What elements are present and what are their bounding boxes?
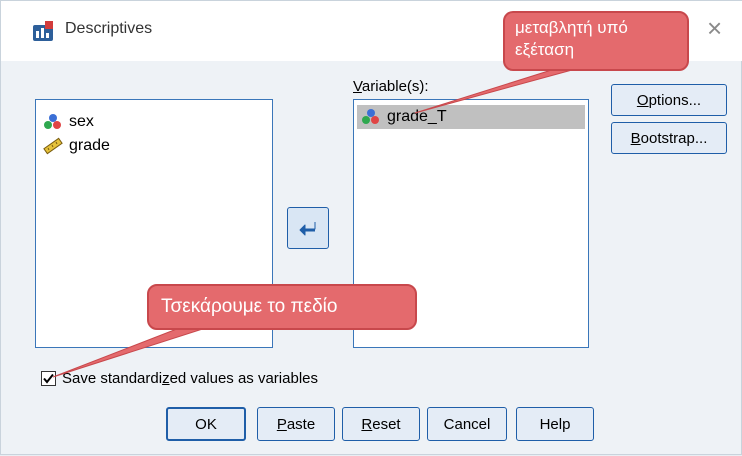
spss-app-icon: [33, 21, 53, 41]
move-variable-button[interactable]: [287, 207, 329, 249]
reset-button[interactable]: Reset: [342, 407, 420, 441]
label-part: Save standardi: [62, 370, 163, 387]
annotation-callout-checkbox: Τσεκάρουμε το πεδίο: [147, 284, 417, 330]
mnemonic: P: [276, 415, 287, 433]
button-label: ptions...: [648, 91, 702, 109]
ok-button[interactable]: OK: [166, 407, 246, 441]
nominal-variable-icon: [362, 109, 379, 124]
list-item-selected[interactable]: grade_T: [357, 105, 585, 129]
button-label: eset: [372, 415, 401, 433]
mnemonic: O: [636, 91, 649, 109]
annotation-callout-variable: μεταβλητή υπό εξέταση: [503, 11, 689, 71]
nominal-variable-icon: [44, 114, 61, 129]
checkmark-icon: [43, 373, 54, 384]
variable-label: sex: [69, 113, 94, 130]
variables-label: Variable(s):: [353, 78, 429, 95]
save-standardized-label: Save standardized values as variables: [62, 370, 318, 387]
mnemonic: B: [630, 129, 641, 147]
descriptives-dialog: Descriptives × sex grade Variable(s): gr…: [0, 0, 742, 455]
list-item[interactable]: grade: [43, 134, 110, 158]
button-label: aste: [286, 415, 316, 433]
variable-label: grade_T: [387, 108, 447, 125]
mnemonic: z: [162, 370, 170, 387]
options-button[interactable]: Options...: [611, 84, 727, 116]
save-standardized-row[interactable]: Save standardized values as variables: [41, 370, 318, 387]
button-label: ootstrap...: [640, 129, 708, 147]
list-item[interactable]: sex: [43, 110, 94, 134]
mnemonic: V: [353, 78, 362, 95]
help-button[interactable]: Help: [516, 407, 594, 441]
arrow-left-icon: [299, 222, 316, 236]
bootstrap-button[interactable]: Bootstrap...: [611, 122, 727, 154]
window-title: Descriptives: [65, 20, 153, 37]
mnemonic: R: [361, 415, 373, 433]
close-icon[interactable]: ×: [707, 15, 722, 41]
paste-button[interactable]: Paste: [257, 407, 335, 441]
label-part: ed values as variables: [169, 370, 318, 387]
label-text: ariable(s):: [361, 78, 429, 95]
save-standardized-checkbox[interactable]: [41, 371, 56, 386]
scale-variable-icon: [43, 137, 63, 155]
cancel-button[interactable]: Cancel: [427, 407, 507, 441]
variable-label: grade: [69, 137, 110, 154]
